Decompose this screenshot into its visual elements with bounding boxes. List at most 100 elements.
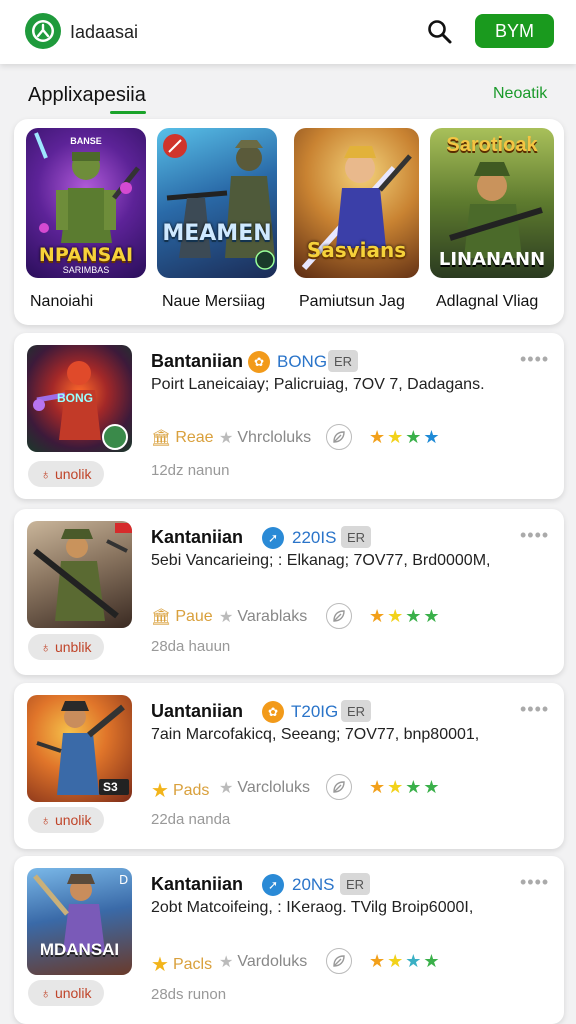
leaf-logo-icon: ➚ [262,527,284,549]
rating-badge: ER [341,526,371,548]
featured-app-label: Nanoiahi [30,293,94,310]
thumbnail-text: MDANSAI [39,940,120,959]
featured-apps-card: BANSE NPANSAI SARIMBAS Nanoiahi MEAMEN N… [14,119,564,325]
featured-app-label: Pamiutsun Jag [299,293,405,310]
category-meta: ★ Pads [151,778,209,803]
favorites-label: Vhrcloluks [237,429,312,446]
favorites-label: Varablaks [237,608,308,625]
favorites-label: Varcloluks [237,779,310,796]
star-icon: ★ [405,777,424,797]
leaf-icon[interactable] [326,774,352,800]
featured-art-title: LINANANN [438,249,546,270]
featured-art-title: MEAMEN [162,221,272,246]
featured-art-title: Sasvians [306,238,407,262]
section-see-all-link[interactable]: Neoatik [493,85,547,103]
category-label: Pacls [172,955,213,973]
lock-icon: ♁ [40,985,51,1001]
unlock-button[interactable]: ♁ unolik [28,807,104,833]
star-rating: ★★★★ [369,427,442,448]
featured-art-title: NPANSAI [38,244,134,266]
star-icon: ★ [219,430,234,447]
featured-app-artwork: BANSE NPANSAI SARIMBAS [26,128,146,278]
app-duration: 28da hauun [151,638,231,655]
more-dots-icon[interactable]: •••• [520,349,549,370]
app-thumbnail: D MDANSAI [27,868,132,975]
featured-art-top-text: Sarotioak [446,134,538,156]
app-description: 5ebi Vancarieing; : Elkanag; 7OV77, Brd0… [151,552,491,569]
rating-badge: ER [341,700,371,722]
featured-app-label: Adlagnal Vliag [436,293,539,310]
star-rating: ★★★★ [369,777,442,798]
app-duration: 28ds runon [151,986,227,1003]
app-list-card[interactable]: D MDANSAI Kantaniian ➚ 20NS ER •••• 2obt… [14,856,564,1024]
unlock-button[interactable]: ♁ unolik [28,980,104,1006]
star-icon: ★ [423,951,442,971]
app-thumbnail: BONG [27,345,132,452]
app-list-card[interactable]: Kantaniian ➚ 220IS ER •••• 5ebi Vancarie… [14,509,564,675]
unlock-button[interactable]: ♁ unolik [28,461,104,487]
star-icon: ★ [423,777,442,797]
top-app-bar: Iadaasai BYM [0,0,576,64]
leaf-logo-icon: ➚ [262,874,284,896]
leaf-logo-icon[interactable] [25,13,61,49]
unlock-label: unolik [54,985,92,1001]
featured-art-top-text: BANSE [70,136,102,146]
featured-app-label: Naue Mersiiag [162,293,266,310]
app-version: 20NS [292,875,335,894]
star-icon: ★ [219,609,234,626]
more-dots-icon[interactable]: •••• [520,699,549,720]
star-icon: ★ [151,780,169,802]
featured-item[interactable]: MEAMEN Naue Mersiiag [157,128,277,310]
more-dots-icon[interactable]: •••• [520,872,549,893]
unlock-label: unolik [54,812,92,828]
star-icon: ★ [369,951,388,971]
app-duration: 22da nanda [151,811,231,828]
star-icon: ★ [369,427,388,447]
app-thumbnail [27,521,132,628]
app-description: 2obt Matcoifeing, : IKeraog. TVilg Broip… [151,899,474,916]
unlock-button[interactable]: ♁ unblik [28,634,104,660]
star-icon: ★ [387,427,406,447]
unlock-label: unblik [54,639,92,655]
building-icon: 🏛 [151,609,172,626]
featured-item[interactable]: Sasvians Pamiutsun Jag [294,128,419,310]
app-thumbnail: S3 [27,695,132,802]
leaf-icon[interactable] [326,424,352,450]
star-icon: ★ [219,954,234,971]
star-rating: ★★★★ [369,606,442,627]
featured-app-artwork: MEAMEN [157,128,277,278]
star-icon: ★ [369,606,388,626]
featured-art-subtitle: SARIMBAS [62,265,110,275]
featured-item[interactable]: Sarotioak LINANANN Adlagnal Vliag [430,128,554,310]
lock-icon: ♁ [40,812,51,828]
app-list-card[interactable]: BONG Bantaniian ✿ BONG ER •••• Poirt Lan… [14,333,564,499]
featured-item[interactable]: BANSE NPANSAI SARIMBAS Nanoiahi [26,128,146,310]
star-icon: ★ [219,780,234,797]
lock-icon: ♁ [40,639,51,655]
star-rating: ★★★★ [369,951,442,972]
leaf-icon[interactable] [326,603,352,629]
favorites-meta: ★ Varablaks [219,607,307,627]
star-icon: ★ [387,606,406,626]
star-icon: ★ [405,427,424,447]
app-duration: 12dz nanun [151,462,230,479]
more-dots-icon[interactable]: •••• [520,525,549,546]
thumbnail-text: BONG [57,391,93,405]
app-title: Uantaniian [151,701,244,721]
gift-icon: ✿ [248,351,270,373]
star-icon: ★ [151,954,169,976]
unlock-label: unolik [54,466,92,482]
search-icon[interactable] [426,18,454,46]
star-icon: ★ [405,606,424,626]
category-label: Reae [175,429,214,446]
star-icon: ★ [387,951,406,971]
featured-app-artwork: Sasvians [294,128,419,278]
category-meta: ★ Pacls [151,952,212,977]
leaf-icon[interactable] [326,948,352,974]
app-title: Bantaniian [151,351,244,371]
app-list-card[interactable]: S3 Uantaniian ✿ T20IG ER •••• 7ain Marco… [14,683,564,849]
section-title: Applixapesiia [28,84,146,106]
buy-button[interactable]: BYM [475,14,554,48]
app-version: T20IG [291,702,339,721]
svg-text:D: D [119,873,128,887]
